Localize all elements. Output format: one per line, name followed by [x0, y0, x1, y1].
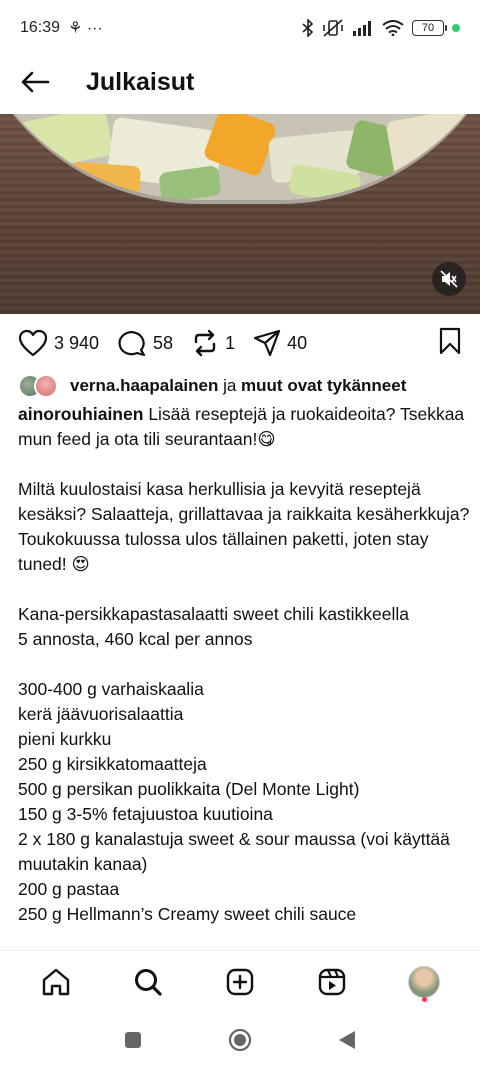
recipe-title: Kana-persikkapastasalaatti sweet chili k…	[18, 604, 410, 624]
battery-indicator: 70	[412, 20, 447, 36]
bluetooth-icon	[302, 19, 314, 37]
page-title: Julkaisut	[86, 67, 195, 96]
arrow-left-icon	[21, 71, 50, 93]
ingredient-line: 250 g kirsikkatomaatteja	[18, 754, 207, 774]
bookmark-icon	[439, 327, 461, 354]
mute-button[interactable]	[432, 262, 466, 296]
search-icon	[135, 968, 162, 996]
notification-dot	[422, 996, 427, 1002]
caption-username[interactable]: ainorouhiainen	[18, 404, 143, 424]
ingredient-line: 150 g 3-5% fetajuustoa kuutioina	[18, 804, 273, 824]
repost-icon	[194, 329, 216, 357]
back-system-button[interactable]	[338, 1030, 356, 1050]
reels-icon	[318, 968, 346, 995]
signal-icon	[353, 21, 371, 36]
triangle-back-icon	[339, 1030, 355, 1049]
profile-avatar	[408, 965, 440, 998]
share-button[interactable]: 40	[253, 329, 307, 357]
heart-icon	[18, 329, 48, 357]
nav-profile[interactable]	[400, 958, 448, 1006]
nav-reels[interactable]	[308, 958, 356, 1006]
caption-text: Miltä kuulostaisi kasa herkullisia ja ke…	[18, 479, 470, 574]
privacy-dot	[452, 24, 460, 32]
status-time: 16:39	[20, 19, 61, 36]
ingredient-line: 200 g pastaa	[18, 879, 120, 899]
vibrate-off-icon	[323, 19, 343, 37]
ingredient-line: pieni kurkku	[18, 729, 112, 749]
bottom-nav	[0, 950, 480, 1012]
repost-button[interactable]: 1	[191, 329, 235, 357]
top-bar: Julkaisut	[0, 56, 480, 108]
post-media[interactable]	[0, 114, 480, 314]
battery-level: 70	[421, 22, 435, 34]
liker-avatars	[18, 374, 64, 398]
create-icon	[226, 968, 254, 995]
caption-line: ainorouhiainen Lisää reseptejä ja ruokai…	[18, 402, 470, 452]
liked-by-row[interactable]: verna.haapalainen ja muut ovat tykänneet	[18, 372, 470, 400]
nav-search[interactable]	[124, 958, 172, 1006]
home-button[interactable]	[228, 1028, 252, 1052]
status-bar: 16:39 ⚘ ··· 70	[0, 0, 480, 56]
ingredient-line: 500 g persikan puolikkaita (Del Monte Li…	[18, 779, 360, 799]
nav-create[interactable]	[216, 958, 264, 1006]
back-button[interactable]	[18, 65, 52, 99]
system-nav	[0, 1012, 480, 1067]
comments-count: 58	[153, 332, 174, 353]
ingredient-line: kerä jäävuorisalaattia	[18, 704, 184, 724]
shares-count: 40	[287, 332, 308, 353]
post-caption: ainorouhiainen Lisää reseptejä ja ruokai…	[18, 402, 470, 927]
square-icon	[125, 1031, 141, 1048]
liked-by-others[interactable]: muut ovat tykänneet	[241, 376, 406, 395]
ingredient-line: 300-400 g varhaiskaalia	[18, 679, 204, 699]
likes-count: 3 940	[54, 332, 100, 353]
like-button[interactable]: 3 940	[18, 329, 99, 357]
status-extra: ⚘ ···	[68, 20, 103, 37]
nav-home[interactable]	[32, 958, 80, 1006]
reposts-count: 1	[225, 332, 236, 353]
speaker-muted-icon	[440, 270, 458, 288]
avatar	[34, 374, 58, 398]
circle-icon	[228, 1028, 252, 1051]
ingredient-line: 250 g Hellmann’s Creamy sweet chili sauc…	[18, 904, 357, 924]
post-actions: 3 940 58 1 40	[0, 322, 480, 364]
recipe-servings: 5 annosta, 460 kcal per annos	[18, 629, 253, 649]
send-icon	[253, 329, 281, 357]
recents-button[interactable]	[124, 1031, 142, 1049]
comment-icon	[118, 331, 146, 357]
liked-by-connector: ja	[223, 376, 237, 395]
ingredient-line: 2 x 180 g kanalastuja sweet & sour mauss…	[18, 829, 450, 874]
wifi-icon	[382, 20, 404, 36]
save-button[interactable]	[438, 327, 462, 360]
home-icon	[42, 968, 70, 995]
liked-by-user[interactable]: verna.haapalainen	[70, 376, 218, 395]
comment-button[interactable]: 58	[117, 329, 173, 357]
